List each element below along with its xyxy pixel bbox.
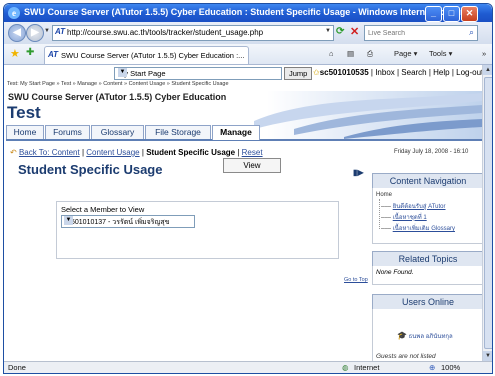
chevron-down-icon[interactable]: ▼ xyxy=(64,216,73,225)
vertical-scrollbar[interactable]: ▲ ▼ xyxy=(482,65,492,361)
reset-link[interactable]: Reset xyxy=(242,148,263,157)
status-text: Done xyxy=(8,363,26,372)
users-online-box: 🎓 ธนพล อภินันทกุล Guests are not listed xyxy=(372,309,482,361)
content-navigation-tree: Home ––– ยินดีต้อนรับสู่ ATutor ––– เนื้… xyxy=(372,188,482,244)
content-navigation-header[interactable]: Content Navigation xyxy=(372,173,482,189)
tab-title: SWU Course Server (ATutor 1.5.5) Cyber E… xyxy=(61,51,245,60)
forward-button[interactable]: ▶ xyxy=(26,24,44,42)
recent-pages-dropdown-icon[interactable]: ▼ xyxy=(44,28,50,34)
sidebar: Content Navigation Home ––– ยินดีต้อนรับ… xyxy=(372,173,482,361)
user-links[interactable]: | Inbox | Search | Help | Log-out xyxy=(371,68,482,77)
navigation-bar: ◀ ▶ ▼ AT http://course.swu.ac.th/tools/t… xyxy=(4,22,492,44)
collapse-sidebar-icon[interactable]: ▮▶ xyxy=(353,168,364,177)
chevron-down-icon[interactable]: ▼ xyxy=(118,68,127,77)
course-header: SWU Course Server (ATutor 1.5.5) Cyber E… xyxy=(8,92,227,102)
user-area: ✩sc501010535 | Inbox | Search | Help | L… xyxy=(313,68,482,77)
feeds-icon[interactable]: ▤ xyxy=(347,49,354,58)
related-topics-box: None Found. xyxy=(372,266,482,285)
online-user[interactable]: 🎓 ธนพล อภินันทกุล xyxy=(397,331,453,341)
related-topics-header[interactable]: Related Topics xyxy=(372,251,482,267)
go-to-top-link[interactable]: Go to Top xyxy=(344,277,368,283)
address-bar[interactable]: AT http://course.swu.ac.th/tools/tracker… xyxy=(52,25,334,41)
breadcrumb[interactable]: Test: My Start Page » Test » Manage » Co… xyxy=(7,81,229,87)
tab-file-storage[interactable]: File Storage xyxy=(145,125,211,139)
users-online-header[interactable]: Users Online xyxy=(372,294,482,310)
zoom-icon[interactable]: ⊕ xyxy=(429,363,435,372)
tab-glossary[interactable]: Glossary xyxy=(91,125,144,139)
subnav-separator: | xyxy=(81,148,85,157)
user-id[interactable]: sc501010535 xyxy=(320,68,369,77)
address-url[interactable]: http://course.swu.ac.th/tools/tracker/st… xyxy=(67,28,263,37)
page-menu[interactable]: Page ▾ xyxy=(394,49,417,58)
tree-item[interactable]: ––– เนื้อหาเพิ่มเติม Glossary xyxy=(381,223,455,233)
more-tools-chevron-icon[interactable]: » xyxy=(482,49,486,58)
page-content: My Start Page ▼ Jump ✩sc501010535 | Inbo… xyxy=(4,65,482,361)
command-bar: ★ ✚ AT SWU Course Server (ATutor 1.5.5) … xyxy=(4,44,492,65)
tree-item-link[interactable]: ยินดีต้อนรับสู่ ATutor xyxy=(393,204,446,210)
refresh-icon[interactable]: ⟳ xyxy=(336,26,344,37)
tab-home[interactable]: Home xyxy=(6,125,44,139)
content-usage-link[interactable]: Content Usage xyxy=(86,148,139,157)
tree-item[interactable]: ––– ยินดีต้อนรับสู่ ATutor xyxy=(381,201,446,211)
search-icon[interactable]: ⌕ xyxy=(469,27,474,38)
tree-home[interactable]: Home xyxy=(376,192,392,198)
browser-window: e SWU Course Server (ATutor 1.5.5) Cyber… xyxy=(3,3,493,374)
member-label: Select a Member to View xyxy=(61,205,145,214)
back-arrow-icon: ↶ xyxy=(10,148,17,157)
tab-favicon-icon: AT xyxy=(48,50,59,59)
jump-button[interactable]: Jump xyxy=(284,67,313,80)
current-page-label: Student Specific Usage xyxy=(146,148,236,157)
member-selected: sc501010137 - วรรัตน์ เพิ่มจริญสุข xyxy=(64,219,170,226)
date-text: Friday July 18, 2008 - 16:10 xyxy=(394,149,469,155)
zone-text: Internet xyxy=(354,363,380,372)
tab-forums[interactable]: Forums xyxy=(45,125,90,139)
tree-item-link[interactable]: เนื้อหาเพิ่มเติม Glossary xyxy=(393,226,455,232)
tab-manage[interactable]: Manage xyxy=(212,125,260,140)
print-icon[interactable]: ⎙ xyxy=(367,49,373,59)
browser-tab[interactable]: AT SWU Course Server (ATutor 1.5.5) Cybe… xyxy=(44,46,249,64)
minimize-button[interactable]: _ xyxy=(425,6,442,22)
search-input[interactable] xyxy=(365,26,463,40)
back-to-content-link[interactable]: Back To: Content xyxy=(19,148,80,157)
member-form: Select a Member to View sc501010137 - วร… xyxy=(56,201,339,259)
jump-select[interactable]: My Start Page ▼ xyxy=(114,67,282,80)
scroll-up-icon[interactable]: ▲ xyxy=(483,65,492,75)
subnav-separator: | xyxy=(237,148,240,157)
graduation-cap-icon: 🎓 xyxy=(397,331,407,340)
tree-item[interactable]: ––– เนื้อหาชุดที่ 1 xyxy=(381,212,427,222)
online-user-name[interactable]: ธนพล อภินันทกุล xyxy=(409,334,453,340)
home-icon[interactable]: ⌂ xyxy=(329,49,334,58)
search-box[interactable]: ⌕ xyxy=(364,25,478,41)
subnav-separator: | xyxy=(141,148,144,157)
title-bar: e SWU Course Server (ATutor 1.5.5) Cyber… xyxy=(4,4,492,22)
sub-navigation: ↶ Back To: Content | Content Usage | Stu… xyxy=(10,148,263,157)
zoom-level[interactable]: 100% xyxy=(441,363,460,372)
ie-logo-icon: e xyxy=(8,7,20,19)
page-favicon-icon: AT xyxy=(55,27,66,36)
view-button[interactable]: View xyxy=(223,158,281,173)
course-name: Test xyxy=(7,103,41,122)
none-found-text: None Found. xyxy=(376,269,414,276)
globe-icon: ◍ xyxy=(342,363,349,372)
scroll-down-icon[interactable]: ▼ xyxy=(483,351,492,361)
favorites-star-icon[interactable]: ★ xyxy=(10,47,20,60)
close-button[interactable]: ✕ xyxy=(461,6,478,22)
tree-item-link[interactable]: เนื้อหาชุดที่ 1 xyxy=(393,215,427,221)
jump-row: My Start Page ▼ Jump ✩sc501010535 | Inbo… xyxy=(4,67,482,80)
guests-note: Guests are not listed xyxy=(376,353,436,360)
stop-icon[interactable]: ✕ xyxy=(350,25,359,38)
member-select[interactable]: sc501010137 - วรรัตน์ เพิ่มจริญสุข ▼ xyxy=(61,215,195,228)
tools-menu[interactable]: Tools ▾ xyxy=(429,49,452,58)
window-title: SWU Course Server (ATutor 1.5.5) Cyber E… xyxy=(24,7,473,17)
back-button[interactable]: ◀ xyxy=(8,24,26,42)
address-dropdown-icon[interactable]: ▼ xyxy=(325,28,331,34)
status-bar: Done ◍ Internet ⊕ 100% xyxy=(4,361,492,373)
scroll-thumb[interactable] xyxy=(484,77,492,349)
page-title: Student Specific Usage xyxy=(18,162,163,177)
maximize-button[interactable]: □ xyxy=(443,6,460,22)
star-icon: ✩ xyxy=(313,68,320,77)
course-tabs: Home Forums Glossary File Storage Manage xyxy=(6,125,482,141)
add-favorites-icon[interactable]: ✚ xyxy=(26,47,34,58)
